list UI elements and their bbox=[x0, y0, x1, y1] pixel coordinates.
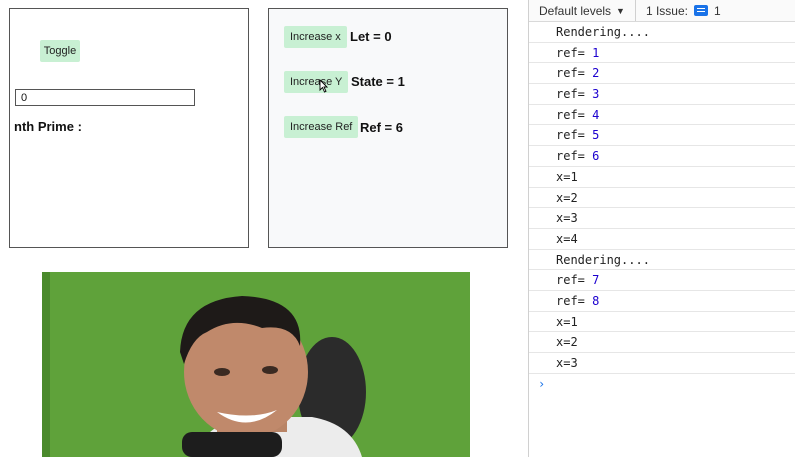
console-prompt[interactable]: › bbox=[529, 374, 795, 394]
console-log-row: ref= 2 bbox=[529, 63, 795, 85]
console-log-row: x=3 bbox=[529, 353, 795, 374]
issues-button[interactable]: 1 Issue: 1 bbox=[634, 0, 721, 21]
console-log-list: Rendering.... ref= 1 ref= 2 ref= 3 ref= … bbox=[529, 22, 795, 374]
log-levels-label: Default levels bbox=[539, 3, 612, 18]
counter-card: Increase x Let = 0 Increase Y State = 1 … bbox=[268, 8, 508, 248]
console-log-row: x=2 bbox=[529, 332, 795, 353]
app-root: Toggle nth Prime : Increase x Let = 0 In… bbox=[0, 0, 795, 457]
console-log-row: ref= 4 bbox=[529, 105, 795, 126]
state-value: State = 1 bbox=[351, 74, 405, 89]
console-log-row: ref= 6 bbox=[529, 146, 795, 167]
webcam-video bbox=[42, 272, 470, 457]
dropdown-arrow-icon: ▼ bbox=[616, 5, 625, 16]
console-log-row: x=1 bbox=[529, 167, 795, 188]
console-toolbar: Default levels ▼ 1 Issue: 1 bbox=[529, 0, 795, 22]
number-input[interactable] bbox=[15, 89, 195, 106]
nth-prime-label: nth Prime : bbox=[14, 119, 82, 134]
increase-ref-button[interactable]: Increase Ref bbox=[284, 116, 359, 138]
console-log-row: ref= 1 bbox=[529, 43, 795, 64]
console-log-row: Rendering.... bbox=[529, 250, 795, 271]
log-levels-dropdown[interactable]: Default levels ▼ bbox=[539, 4, 625, 18]
mouse-cursor-icon bbox=[319, 79, 328, 93]
webcam-person-image bbox=[42, 272, 470, 457]
devtools-console: Default levels ▼ 1 Issue: 1 Rendering...… bbox=[528, 0, 795, 457]
console-log-row: x=1 bbox=[529, 312, 795, 333]
console-log-row: ref= 8 bbox=[529, 291, 795, 312]
increase-x-button[interactable]: Increase x bbox=[284, 26, 347, 48]
ref-value: Ref = 6 bbox=[360, 120, 403, 135]
message-icon bbox=[694, 5, 708, 16]
issues-count: 1 bbox=[714, 3, 721, 18]
console-log-row: x=2 bbox=[529, 188, 795, 209]
console-log-row: x=3 bbox=[529, 208, 795, 229]
console-log-row: ref= 7 bbox=[529, 270, 795, 291]
console-log-row: Rendering.... bbox=[529, 22, 795, 43]
toggle-card: Toggle nth Prime : bbox=[9, 8, 249, 248]
issues-label: 1 Issue: bbox=[645, 3, 688, 18]
increase-y-button[interactable]: Increase Y bbox=[284, 71, 349, 93]
toggle-button[interactable]: Toggle bbox=[40, 40, 80, 62]
prompt-chevron-icon: › bbox=[538, 376, 546, 391]
let-value: Let = 0 bbox=[350, 29, 392, 44]
console-log-row: ref= 3 bbox=[529, 84, 795, 105]
console-log-row: x=4 bbox=[529, 229, 795, 250]
console-log-row: ref= 5 bbox=[529, 125, 795, 147]
